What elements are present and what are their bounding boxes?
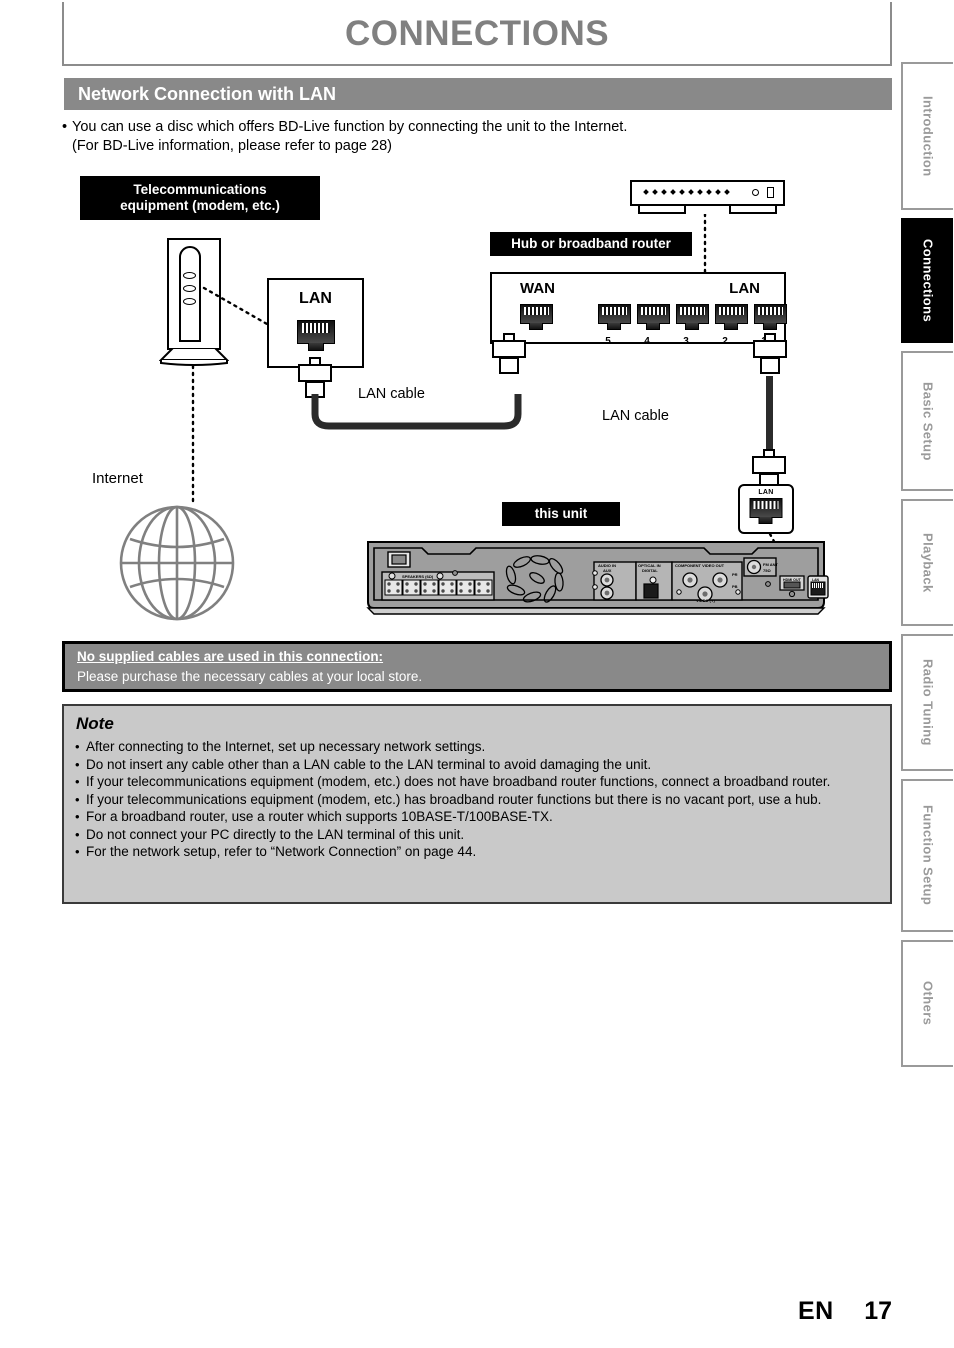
modem-lan-port-box: LAN	[267, 278, 364, 368]
svg-text:VIDEO (Y): VIDEO (Y)	[696, 598, 716, 603]
bullet-marker: •	[62, 119, 68, 135]
warning-strip: No supplied cables are used in this conn…	[62, 641, 892, 692]
chapter-tab-playback[interactable]: Playback	[901, 499, 953, 626]
note-box: Note After connecting to the Internet, s…	[62, 704, 892, 904]
note-item: Do not connect your PC directly to the L…	[74, 826, 880, 844]
chapter-tab-label: Playback	[920, 532, 936, 593]
chapter-tab-label: Basic Setup	[920, 381, 936, 461]
unit-rear-panel-illustration: SPEAKERS (6Ω) AUDIO IN AUX OPTICAL IN DI…	[366, 541, 829, 615]
warning-heading: No supplied cables are used in this conn…	[77, 649, 384, 664]
note-title: Note	[76, 714, 114, 733]
svg-text:PB: PB	[732, 584, 738, 589]
lan-cable-left-label: LAN cable	[358, 386, 425, 402]
modem-lan-port-label: LAN	[299, 290, 332, 307]
note-item: If your telecommunications equipment (mo…	[74, 773, 880, 791]
svg-text:AUX: AUX	[603, 568, 612, 573]
chapter-tab-basic-setup[interactable]: Basic Setup	[901, 351, 953, 491]
svg-text:75Ω: 75Ω	[763, 568, 771, 573]
svg-text:SPEAKERS (6Ω): SPEAKERS (6Ω)	[402, 574, 434, 579]
hub-to-router-leader	[703, 214, 707, 274]
this-unit-label: this unit	[502, 502, 620, 526]
chapter-title-box: CONNECTIONS	[62, 2, 892, 66]
unit-lan-terminal-callout: LAN	[738, 484, 794, 534]
router-port-number: 4	[644, 336, 650, 347]
internet-label: Internet	[92, 470, 143, 487]
modem-stand	[159, 348, 229, 366]
modem-faceplate	[179, 246, 201, 342]
rj45-jack-icon	[749, 498, 783, 526]
chapter-tab-introduction[interactable]: Introduction	[901, 62, 953, 210]
router-lan-port-4-icon	[637, 304, 670, 332]
router-illustration: WAN LAN 5 4 3 2 1	[490, 272, 787, 347]
router-port-number: 3	[683, 336, 689, 347]
router-lan-port-2-icon	[715, 304, 748, 332]
rj45-jack-icon	[296, 320, 335, 352]
hub-indicator-icon	[767, 187, 774, 198]
intro-line-2: (For BD-Live information, please refer t…	[72, 138, 392, 154]
chapter-tab-label: Radio Tuning	[920, 659, 936, 746]
svg-text:COMPONENT VIDEO OUT: COMPONENT VIDEO OUT	[675, 563, 725, 568]
note-item: After connecting to the Internet, set up…	[74, 738, 880, 756]
intro-line-1: You can use a disc which offers BD-Live …	[72, 119, 628, 135]
router-wan-label: WAN	[520, 280, 555, 297]
chapter-tab-label: Others	[920, 981, 936, 1026]
globe-icon	[119, 505, 235, 621]
router-wan-port-icon	[520, 304, 553, 332]
intro-bullet: • You can use a disc which offers BD-Live…	[62, 118, 862, 156]
connection-diagram: Telecommunications equipment (modem, etc…	[62, 168, 892, 633]
router-port-number: 2	[722, 336, 728, 347]
unit-lan-terminal-label: LAN	[758, 489, 774, 496]
hub-router-label: Hub or broadband router	[490, 232, 692, 256]
chapter-tab-label: Connections	[920, 238, 936, 323]
svg-text:FM ANT: FM ANT	[763, 562, 779, 567]
chapter-tab-rail: Introduction Connections Basic Setup Playba…	[901, 62, 954, 1067]
rj45-plug-icon	[492, 333, 526, 382]
page-footer: EN 17	[798, 1297, 892, 1326]
chapter-tab-label: Introduction	[920, 95, 936, 177]
svg-text:HDMI OUT: HDMI OUT	[783, 578, 802, 582]
note-item: If your telecommunications equipment (mo…	[74, 791, 880, 809]
footer-page-number: 17	[864, 1297, 892, 1325]
telecom-label-line-1: Telecommunications	[133, 182, 267, 197]
svg-text:PR: PR	[732, 572, 738, 577]
router-lan-port-1-icon	[754, 304, 787, 332]
modem-to-internet-leader	[191, 366, 195, 508]
section-header-bar: Network Connection with LAN	[64, 78, 892, 110]
note-item: Do not insert any cable other than a LAN…	[74, 756, 880, 774]
manual-page: CONNECTIONS Network Connection with LAN …	[0, 0, 954, 1348]
chapter-tab-label: Function Setup	[920, 805, 936, 906]
svg-text:LAN: LAN	[812, 578, 820, 582]
hub-device-illustration	[630, 180, 785, 214]
warning-body: Please purchase the necessary cables at …	[77, 669, 423, 684]
modem-led-icon	[183, 272, 196, 279]
chapter-tab-connections[interactable]: Connections	[901, 218, 953, 343]
chapter-tab-others[interactable]: Others	[901, 940, 953, 1067]
note-item: For a broadband router, use a router whi…	[74, 808, 880, 826]
hub-power-icon	[752, 189, 759, 196]
note-list: After connecting to the Internet, set up…	[74, 738, 880, 861]
note-item: For the network setup, refer to “Network…	[74, 843, 880, 861]
page-title: CONNECTIONS	[344, 14, 610, 53]
router-port-number: 5	[605, 336, 611, 347]
modem-led-icon	[183, 298, 196, 305]
hub-led-dots-icon	[643, 189, 732, 196]
footer-language: EN	[798, 1297, 834, 1325]
modem-led-icon	[183, 285, 196, 292]
router-lan-label: LAN	[729, 280, 760, 297]
router-lan-port-5-icon	[598, 304, 631, 332]
svg-text:DIGITAL: DIGITAL	[642, 568, 658, 573]
section-title: Network Connection with LAN	[78, 84, 336, 104]
lan-cable-right-label: LAN cable	[602, 408, 669, 424]
chapter-tab-function-setup[interactable]: Function Setup	[901, 779, 953, 932]
chapter-tab-radio-tuning[interactable]: Radio Tuning	[901, 634, 953, 771]
router-lan-port-3-icon	[676, 304, 709, 332]
telecom-label-line-2: equipment (modem, etc.)	[120, 198, 280, 213]
telecom-equipment-label: Telecommunications equipment (modem, etc…	[80, 176, 320, 220]
